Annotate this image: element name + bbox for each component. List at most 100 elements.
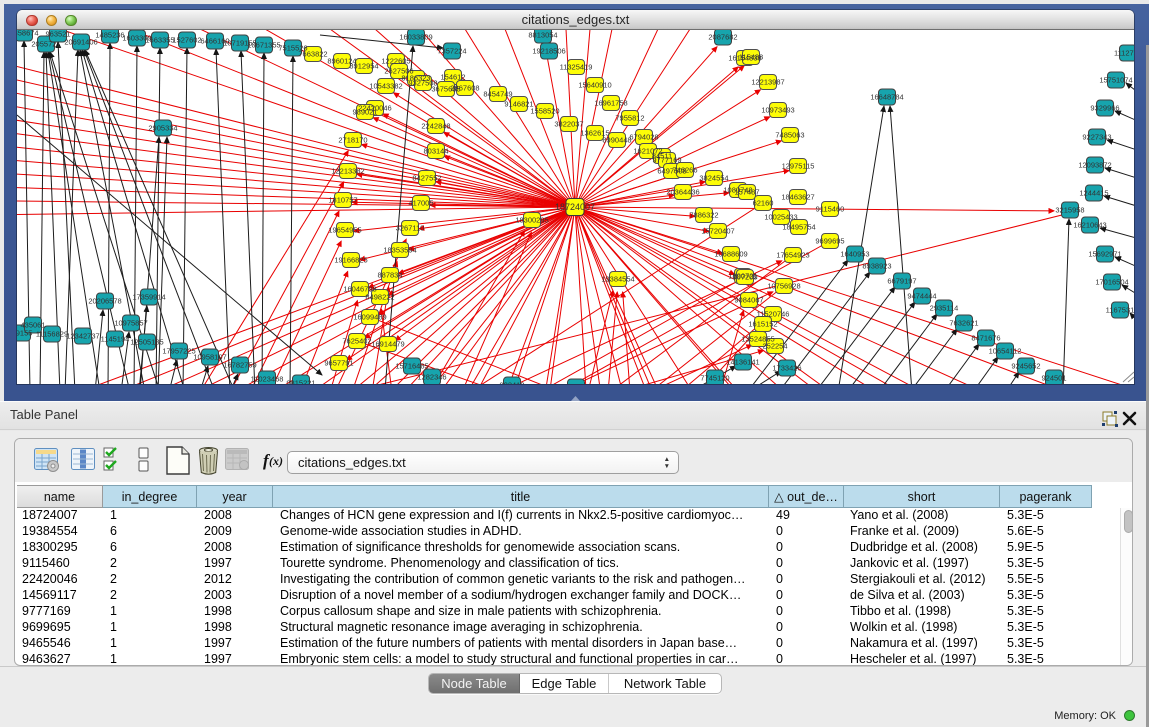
- svg-text:10025433: 10025433: [764, 213, 797, 222]
- svg-text:10958107: 10958107: [193, 353, 226, 362]
- svg-text:9245652: 9245652: [1011, 362, 1040, 371]
- svg-text:1222605: 1222605: [381, 57, 410, 66]
- svg-text:15751074: 15751074: [1099, 76, 1132, 85]
- svg-text:16914479: 16914479: [371, 340, 404, 349]
- svg-text:1485236: 1485236: [95, 31, 124, 40]
- svg-text:8454749: 8454749: [483, 90, 512, 99]
- svg-text:7625402: 7625402: [342, 337, 371, 346]
- svg-text:2867608: 2867608: [450, 84, 479, 93]
- svg-text:39155: 39155: [17, 329, 32, 338]
- svg-text:9146821: 9146821: [504, 100, 533, 109]
- svg-text:9084067: 9084067: [734, 296, 763, 305]
- svg-text:2718170: 2718170: [338, 136, 367, 145]
- svg-text:7632621: 7632621: [949, 319, 978, 328]
- svg-text:1112745: 1112745: [1114, 49, 1134, 58]
- svg-text:9474444: 9474444: [907, 292, 936, 301]
- svg-text:1167531: 1167531: [1106, 306, 1134, 315]
- svg-text:17359914: 17359914: [132, 293, 165, 302]
- svg-text:118524: 118524: [564, 383, 588, 385]
- svg-text:20364436: 20364436: [666, 188, 699, 197]
- svg-text:1145194: 1145194: [101, 335, 130, 344]
- svg-text:9777169: 9777169: [652, 156, 681, 165]
- svg-text:10543382: 10543382: [369, 82, 402, 91]
- svg-text:9815221: 9815221: [286, 379, 315, 385]
- svg-text:10688609: 10688609: [714, 250, 747, 259]
- svg-text:10975857: 10975857: [114, 319, 147, 328]
- svg-text:803144: 803144: [423, 147, 448, 156]
- svg-text:1244415: 1244415: [1079, 189, 1108, 198]
- svg-text:8498222: 8498222: [365, 293, 394, 302]
- svg-text:18300295: 18300295: [515, 216, 548, 225]
- svg-text:9115460: 9115460: [816, 205, 845, 214]
- svg-text:435061: 435061: [20, 321, 45, 330]
- svg-text:8990448: 8990448: [602, 136, 631, 145]
- svg-text:20206578: 20206578: [88, 297, 121, 306]
- svg-text:1615152: 1615152: [748, 320, 777, 329]
- svg-text:11520746: 11520746: [757, 310, 790, 319]
- svg-text:20691406: 20691406: [64, 38, 97, 47]
- svg-text:(x): (x): [269, 454, 283, 468]
- svg-text:12505135: 12505135: [130, 338, 163, 347]
- svg-text:9329966: 9329966: [1090, 104, 1119, 113]
- svg-text:18463627: 18463627: [781, 193, 814, 202]
- svg-text:8427552: 8427552: [412, 174, 441, 183]
- svg-text:15720407: 15720407: [701, 227, 734, 236]
- svg-text:3822037: 3822037: [554, 120, 583, 129]
- svg-text:1640953: 1640953: [840, 250, 869, 259]
- svg-text:16210643: 16210643: [1073, 221, 1106, 230]
- svg-text:417005: 417005: [408, 199, 433, 208]
- svg-text:11156829: 11156829: [36, 330, 68, 339]
- svg-text:3267110: 3267110: [396, 224, 425, 233]
- svg-text:989021: 989021: [352, 108, 377, 117]
- svg-text:8938923: 8938923: [862, 262, 891, 271]
- svg-text:7955812: 7955812: [615, 114, 644, 123]
- svg-text:18495754: 18495754: [782, 223, 815, 232]
- svg-text:1527602: 1527602: [172, 36, 201, 45]
- svg-text:7485063: 7485063: [775, 131, 804, 140]
- svg-text:18724007: 18724007: [555, 202, 595, 212]
- svg-text:17957225: 17957225: [162, 347, 195, 356]
- svg-text:2242848: 2242848: [421, 122, 450, 131]
- svg-text:8912954: 8912954: [349, 62, 378, 71]
- svg-text:7886322: 7886322: [689, 211, 718, 220]
- svg-text:8813054: 8813054: [528, 31, 557, 40]
- svg-text:2087682: 2087682: [708, 33, 737, 42]
- svg-text:19384554: 19384554: [601, 275, 634, 284]
- svg-text:7357224: 7357224: [437, 47, 466, 56]
- svg-text:3215958: 3215958: [1055, 206, 1084, 215]
- svg-text:9227343: 9227343: [1082, 133, 1111, 142]
- svg-text:1810757: 1810757: [328, 196, 357, 205]
- svg-text:10973493: 10973493: [761, 106, 794, 115]
- svg-text:15692971: 15692971: [1088, 250, 1121, 259]
- svg-text:16033809: 16033809: [399, 33, 432, 42]
- svg-text:907209: 907209: [732, 273, 757, 282]
- svg-text:10654112: 10654112: [989, 347, 1022, 356]
- svg-text:1358674: 1358674: [17, 30, 39, 38]
- svg-text:16961758: 16961758: [594, 99, 627, 108]
- svg-text:1282346: 1282346: [417, 373, 446, 382]
- svg-text:6794028: 6794028: [629, 133, 658, 142]
- svg-text:17654923: 17654923: [776, 251, 809, 260]
- svg-text:7745120: 7745120: [700, 374, 729, 383]
- svg-text:157487: 157487: [734, 188, 759, 197]
- svg-text:19218506: 19218506: [532, 47, 565, 56]
- svg-text:14136141: 14136141: [726, 358, 759, 367]
- svg-text:9699695: 9699695: [815, 237, 844, 246]
- svg-text:746266: 746266: [672, 166, 697, 175]
- svg-text:252254: 252254: [762, 342, 787, 351]
- svg-text:7663822: 7663822: [298, 50, 327, 59]
- svg-text:15716485: 15716485: [395, 362, 428, 371]
- svg-text:18353594: 18353594: [383, 246, 416, 255]
- svg-text:10756928: 10756928: [767, 282, 800, 291]
- svg-text:11023468: 11023468: [251, 375, 284, 384]
- svg-text:6679197: 6679197: [887, 277, 916, 286]
- svg-text:10671355: 10671355: [247, 41, 280, 50]
- svg-text:887834: 887834: [377, 271, 402, 280]
- svg-text:9657791: 9657791: [324, 359, 353, 368]
- svg-text:903412: 903412: [499, 381, 524, 385]
- svg-text:19166825: 19166825: [334, 256, 367, 265]
- svg-text:924501: 924501: [1041, 374, 1066, 383]
- svg-text:12975115: 12975115: [782, 162, 815, 171]
- svg-text:17016504: 17016504: [1095, 278, 1128, 287]
- svg-text:1663355: 1663355: [145, 36, 174, 45]
